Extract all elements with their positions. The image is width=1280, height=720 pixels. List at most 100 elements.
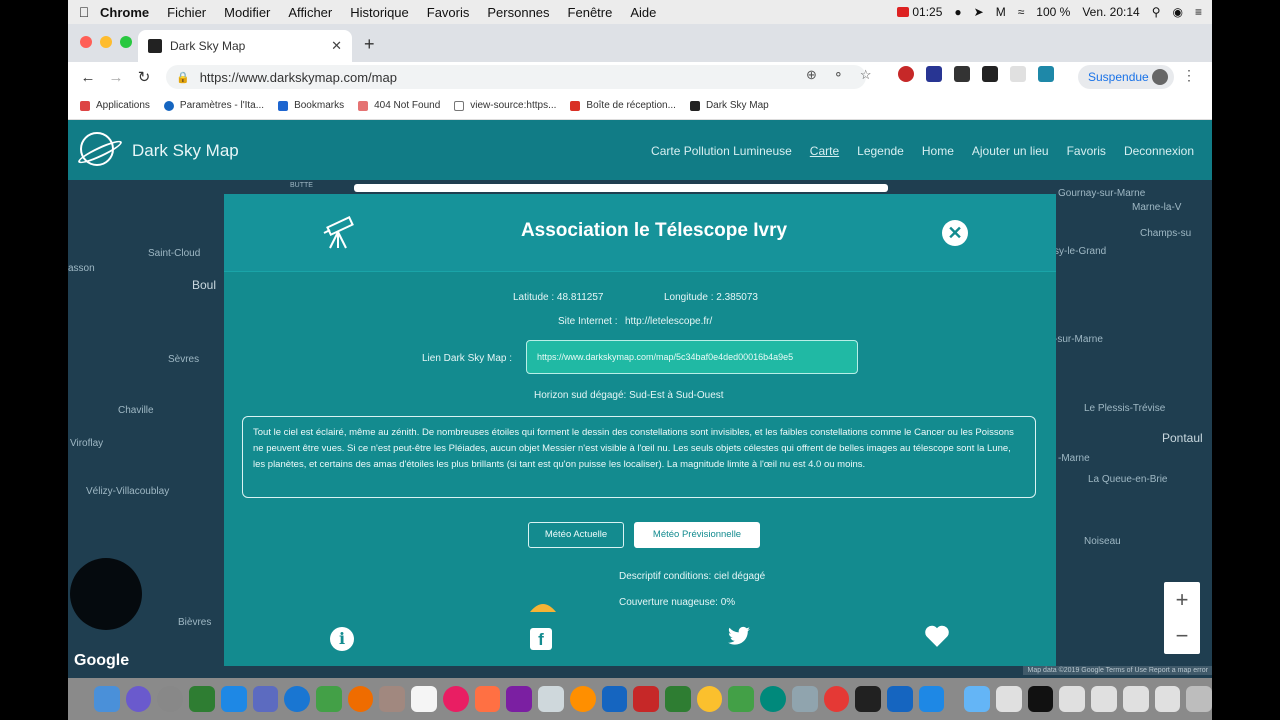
siri-dock-icon[interactable]	[125, 686, 152, 712]
bookmark-star-icon[interactable]: ☆	[860, 67, 872, 83]
word-2-icon[interactable]	[886, 686, 913, 712]
books-icon[interactable]	[474, 686, 501, 712]
maximize-window-button[interactable]	[120, 36, 132, 48]
photos-icon[interactable]	[347, 686, 374, 712]
new-tab-button[interactable]: +	[364, 34, 375, 55]
menu-fichier[interactable]: Fichier	[167, 5, 206, 20]
planet-logo-icon[interactable]	[80, 132, 114, 166]
wifi-icon[interactable]: ≈	[1018, 5, 1025, 19]
extension-teal-icon[interactable]	[1038, 66, 1054, 82]
dashboard-icon[interactable]	[189, 686, 215, 712]
spotlight-icon[interactable]: ⚲	[1152, 5, 1161, 19]
extension-eyedropper-icon[interactable]	[954, 66, 970, 82]
photo-app-icon[interactable]	[569, 686, 596, 712]
app-generic-icon[interactable]	[506, 686, 533, 712]
terminal-icon[interactable]	[855, 686, 881, 712]
back-icon[interactable]: ←	[74, 69, 102, 86]
document-thumbnail-3-icon[interactable]	[1122, 686, 1149, 712]
lock-icon[interactable]: 🔒	[176, 71, 190, 84]
menu-aide[interactable]: Aide	[630, 5, 656, 20]
battery-text[interactable]: 100 %	[1036, 5, 1070, 19]
bookmark-dark-sky-map[interactable]: Dark Sky Map	[689, 100, 769, 111]
info-icon[interactable]: i	[330, 627, 354, 651]
chrome-menu-icon[interactable]: ⋮	[1182, 67, 1196, 84]
reload-icon[interactable]: ↻	[130, 68, 158, 86]
bookmark-applications[interactable]: Applications	[80, 100, 150, 111]
safari-icon[interactable]	[284, 686, 311, 712]
extension-adblock-icon[interactable]	[898, 66, 914, 82]
menu-personnes[interactable]: Personnes	[487, 5, 549, 20]
siri-icon[interactable]: ◉	[1173, 5, 1183, 19]
nav-deconnexion[interactable]: Deconnexion	[1124, 144, 1194, 158]
chrome-dock-icon[interactable]	[823, 686, 850, 712]
address-bar[interactable]: 🔒 https://www.darkskymap.com/map	[166, 65, 866, 89]
mail-icon[interactable]: M	[996, 5, 1006, 19]
app-teal-icon[interactable]	[760, 686, 786, 712]
bookmark-gmail[interactable]: Boîte de réception...	[570, 100, 676, 111]
bookmark-bookmarks[interactable]: Bookmarks	[278, 100, 344, 111]
dark-sky-link-field[interactable]: https://www.darkskymap.com/map/5c34baf0e…	[526, 340, 858, 374]
url-text[interactable]: https://www.darkskymap.com/map	[200, 70, 397, 85]
messages-icon[interactable]	[316, 686, 342, 712]
bookmark-parametres[interactable]: Paramètres - l'Ita...	[163, 100, 264, 111]
menu-afficher[interactable]: Afficher	[288, 5, 332, 20]
menu-favoris[interactable]: Favoris	[427, 5, 470, 20]
contacts-icon[interactable]	[379, 686, 406, 712]
nav-favoris[interactable]: Favoris	[1067, 144, 1106, 158]
minimize-window-button[interactable]	[100, 36, 112, 48]
document-thumbnail-icon[interactable]	[1059, 686, 1086, 712]
nav-carte-pollution[interactable]: Carte Pollution Lumineuse	[651, 144, 792, 158]
facebook-icon[interactable]: f	[530, 628, 552, 650]
screen-record-indicator[interactable]: 01:25	[897, 5, 942, 19]
zoom-out-button[interactable]: −	[1164, 618, 1200, 654]
preview-icon[interactable]	[252, 686, 279, 712]
close-window-button[interactable]	[80, 36, 92, 48]
site-internet-link[interactable]: http://letelescope.fr/	[625, 316, 712, 327]
nav-carte[interactable]: Carte	[810, 144, 839, 158]
menu-historique[interactable]: Historique	[350, 5, 409, 20]
app-store-icon[interactable]	[220, 686, 247, 712]
site-brand[interactable]: Dark Sky Map	[132, 141, 239, 161]
app-grey-icon[interactable]	[791, 686, 818, 712]
nav-legende[interactable]: Legende	[857, 144, 904, 158]
nav-home[interactable]: Home	[922, 144, 954, 158]
close-modal-icon[interactable]: ✕	[942, 220, 968, 246]
forward-icon[interactable]: →	[102, 69, 130, 86]
nav-ajouter-lieu[interactable]: Ajouter un lieu	[972, 144, 1049, 158]
location-target-icon[interactable]: ⊕	[806, 67, 817, 83]
twitter-icon[interactable]	[724, 624, 754, 654]
zoom-in-button[interactable]: +	[1164, 582, 1200, 618]
extension-grey-icon[interactable]	[1010, 66, 1026, 82]
bookmark-view-source[interactable]: view-source:https...	[454, 100, 556, 111]
favorite-heart-icon[interactable]	[922, 624, 952, 654]
outlook-icon[interactable]	[696, 686, 723, 712]
launchpad-icon[interactable]	[157, 686, 184, 712]
word-icon[interactable]	[601, 686, 628, 712]
folder-icon[interactable]	[964, 686, 991, 712]
location-icon[interactable]: ➤	[974, 5, 984, 19]
itunes-icon[interactable]	[442, 686, 469, 712]
modal-scroll-bar[interactable]	[354, 184, 888, 192]
map-terms[interactable]: Map data ©2019 Google Terms of Use Repor…	[1023, 666, 1212, 675]
key-icon[interactable]: ⚬	[833, 67, 844, 83]
meteo-previsionnelle-button[interactable]: Météo Prévisionnelle	[634, 522, 760, 548]
menu-modifier[interactable]: Modifier	[224, 5, 270, 20]
tab-dark-sky-map[interactable]: Dark Sky Map ✕	[138, 30, 352, 62]
profile-button[interactable]: Suspendue	[1078, 65, 1174, 89]
close-tab-icon[interactable]: ✕	[331, 38, 342, 54]
document-thumbnail-2-icon[interactable]	[1091, 686, 1117, 712]
clock[interactable]: Ven. 20:14	[1082, 5, 1139, 19]
menu-fenetre[interactable]: Fenêtre	[568, 5, 613, 20]
trash-icon[interactable]	[1186, 686, 1212, 712]
extension-blue-icon[interactable]	[926, 66, 942, 82]
bookmark-404[interactable]: 404 Not Found	[358, 100, 440, 111]
app-green-icon[interactable]	[728, 686, 755, 712]
extension-flag-icon[interactable]	[982, 66, 998, 82]
app-lightning-icon[interactable]	[918, 686, 945, 712]
finder-icon[interactable]	[94, 686, 120, 712]
document-thumbnail-4-icon[interactable]	[1154, 686, 1181, 712]
notification-center-icon[interactable]: ≡	[1195, 5, 1202, 19]
downloads-icon[interactable]	[996, 686, 1022, 712]
shazam-icon[interactable]: ●	[954, 5, 961, 19]
powerpoint-icon[interactable]	[633, 686, 659, 712]
